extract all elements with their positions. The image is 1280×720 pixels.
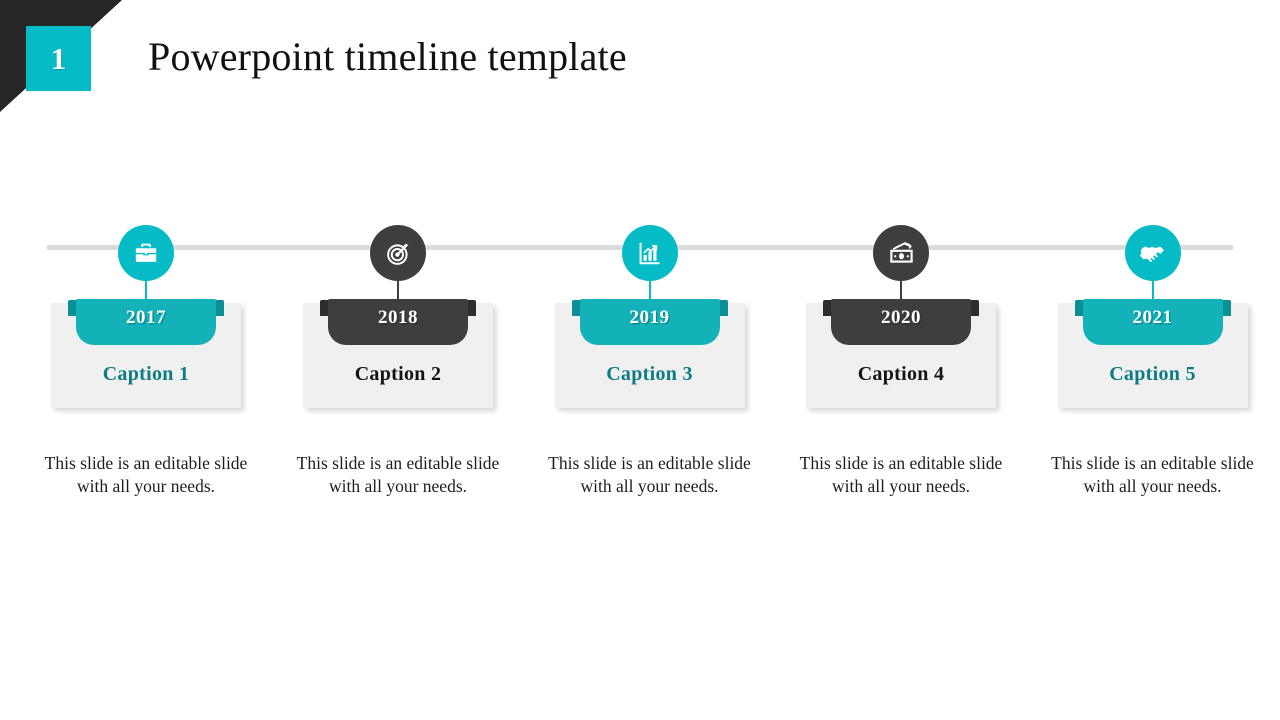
year-label: 2021 [1132, 307, 1173, 328]
money-banknotes-icon [888, 240, 915, 267]
timeline-icon-circle[interactable] [873, 225, 929, 281]
year-label: 2020 [881, 307, 921, 328]
timeline-icon-circle[interactable] [1124, 225, 1181, 281]
caption-label: Caption 3 [606, 363, 693, 385]
caption-label: Caption 1 [102, 363, 190, 385]
year-ribbon[interactable]: 2020 [823, 299, 979, 345]
briefcase-icon [133, 240, 159, 266]
timeline-item: 2019 Caption 3 This slide is an editable s… [524, 0, 776, 720]
handshake-icon [1139, 239, 1167, 267]
description-text: This slide is an editable slide with all… [44, 453, 248, 497]
caption-label: Caption 5 [1109, 363, 1196, 385]
caption-label: Caption 4 [857, 363, 945, 385]
bar-chart-growth-icon [637, 241, 662, 266]
year-ribbon[interactable]: 2019 [571, 299, 728, 345]
caption-label: Caption 2 [354, 363, 442, 385]
target-icon [385, 240, 412, 267]
description-text: This slide is an editable slide with all… [296, 453, 500, 497]
year-ribbon[interactable]: 2018 [320, 299, 476, 345]
timeline-icon-circle[interactable] [621, 225, 678, 281]
description-text: This slide is an editable slide with all… [548, 453, 751, 497]
year-label: 2018 [378, 307, 418, 328]
timeline-item: 2018 Caption 2 This slide is an editable s… [272, 0, 524, 720]
description-text: This slide is an editable slide with all… [1051, 453, 1254, 497]
slide-canvas: 1 Powerpoint timeline template 2017 Capti… [0, 0, 1280, 720]
description-text: This slide is an editable slide with all… [799, 453, 1003, 497]
timeline-icon-circle[interactable] [118, 225, 174, 281]
timeline-icon-circle[interactable] [370, 225, 426, 281]
year-label: 2019 [629, 307, 670, 328]
year-ribbon[interactable]: 2017 [68, 299, 224, 345]
year-ribbon[interactable]: 2021 [1074, 299, 1231, 345]
timeline-item: 2020 Caption 4 This slide is an editable s… [775, 0, 1027, 720]
timeline-item: 2021 Caption 5 This slide is an editable s… [1027, 0, 1279, 720]
timeline-item: 2017 Caption 1 This slide is an editable s… [20, 0, 272, 720]
year-label: 2017 [126, 307, 166, 328]
